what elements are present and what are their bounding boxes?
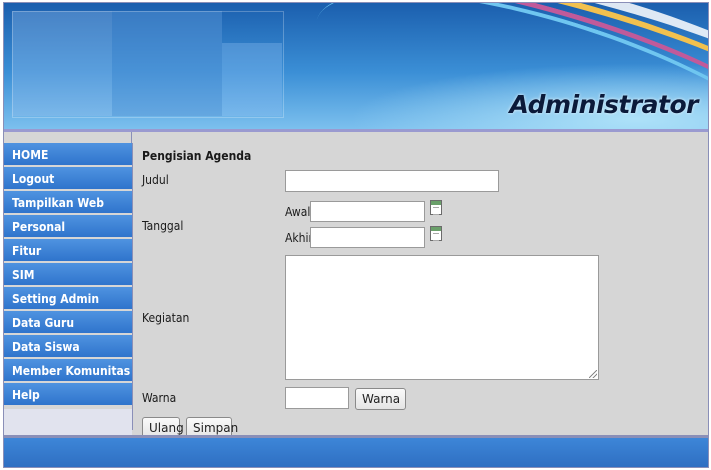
sidebar-item-member-komunitas[interactable]: Member Komunitas: [4, 359, 132, 383]
judul-input[interactable]: [285, 170, 499, 192]
sidebar-item-tampilkan-web[interactable]: Tampilkan Web: [4, 191, 132, 215]
calendar-icon[interactable]: [430, 200, 442, 215]
sidebar-item-fitur[interactable]: Fitur: [4, 239, 132, 263]
header-banner: Administrator: [4, 3, 708, 132]
resize-handle[interactable]: [589, 370, 597, 378]
awal-label: Awal: [285, 205, 311, 219]
footer-bar: [4, 435, 708, 467]
akhir-date-input[interactable]: [310, 227, 425, 248]
sidebar-item-data-siswa[interactable]: Data Siswa: [4, 335, 132, 359]
kegiatan-textarea[interactable]: [285, 255, 599, 380]
warna-picker-button[interactable]: Warna: [355, 388, 406, 410]
sidebar-item-personal[interactable]: Personal: [4, 215, 132, 239]
tanggal-label: Tanggal: [142, 219, 184, 233]
form-heading: Pengisian Agenda: [142, 149, 252, 163]
sidebar-item-home[interactable]: HOME: [4, 143, 132, 167]
header-title: Administrator: [509, 90, 699, 119]
sidebar-item-help[interactable]: Help: [4, 383, 132, 407]
akhir-label: Akhir: [285, 231, 313, 245]
sidebar-item-sim[interactable]: SIM: [4, 263, 132, 287]
calendar-icon[interactable]: [430, 226, 442, 241]
banner-decor: [12, 11, 284, 118]
page-frame: Administrator HOME Logout Tampilkan Web …: [3, 2, 709, 468]
judul-label: Judul: [142, 173, 169, 187]
sidebar-nav: HOME Logout Tampilkan Web Personal Fitur…: [4, 143, 133, 439]
warna-label: Warna: [142, 391, 177, 405]
sidebar-cap: [4, 132, 132, 143]
agenda-form: Pengisian Agenda Judul Tanggal Awal Akhi…: [133, 143, 708, 439]
warna-input[interactable]: [285, 387, 349, 409]
sidebar-item-setting-admin[interactable]: Setting Admin: [4, 287, 132, 311]
awal-date-input[interactable]: [310, 201, 425, 222]
sidebar-item-data-guru[interactable]: Data Guru: [4, 311, 132, 335]
sidebar-item-logout[interactable]: Logout: [4, 167, 132, 191]
kegiatan-label: Kegiatan: [142, 311, 190, 325]
